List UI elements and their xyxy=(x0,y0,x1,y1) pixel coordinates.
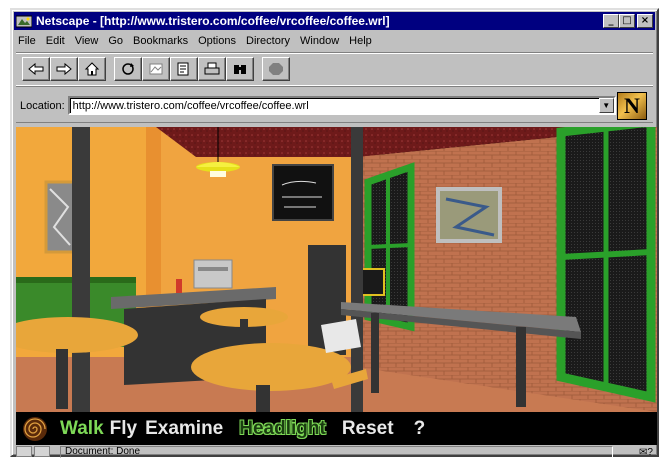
spiral-logo-icon[interactable] xyxy=(22,416,48,442)
vrml-navigation-bar: Walk Fly Examine Headlight Reset ? xyxy=(16,412,657,445)
menu-window[interactable]: Window xyxy=(300,35,339,47)
stop-button[interactable] xyxy=(262,57,290,81)
title-bar: Netscape - [http://www.tristero.com/coff… xyxy=(14,12,655,30)
back-button[interactable] xyxy=(22,57,50,81)
location-dropdown-button[interactable]: ▼ xyxy=(598,98,614,113)
menu-go[interactable]: Go xyxy=(108,35,123,47)
images-icon xyxy=(149,63,163,75)
location-bar: Location: http://www.tristero.com/coffee… xyxy=(16,89,653,123)
print-button[interactable] xyxy=(198,57,226,81)
print-icon xyxy=(204,62,220,75)
walk-button[interactable]: Walk xyxy=(60,418,104,440)
close-button[interactable]: × xyxy=(637,14,653,28)
security-key-icon[interactable] xyxy=(16,446,32,457)
menu-directory[interactable]: Directory xyxy=(246,35,290,47)
coffee-shop-3d-scene[interactable] xyxy=(16,127,657,412)
find-icon xyxy=(234,65,246,74)
mail-icon[interactable]: ✉? xyxy=(613,447,653,458)
minimize-button[interactable]: _ xyxy=(603,14,619,28)
fly-button[interactable]: Fly xyxy=(110,418,137,440)
vrml-viewport[interactable] xyxy=(16,127,657,412)
help-button[interactable]: ? xyxy=(414,418,426,440)
maximize-button[interactable]: □ xyxy=(619,14,635,28)
menu-options[interactable]: Options xyxy=(198,35,236,47)
menu-bookmarks[interactable]: Bookmarks xyxy=(133,35,188,47)
home-button[interactable] xyxy=(78,57,106,81)
netscape-logo[interactable]: N xyxy=(617,92,647,120)
find-button[interactable] xyxy=(226,57,254,81)
location-url: http://www.tristero.com/coffee/vrcoffee/… xyxy=(72,99,309,112)
images-button[interactable] xyxy=(142,57,170,81)
open-icon xyxy=(177,62,189,76)
menu-edit[interactable]: Edit xyxy=(46,35,65,47)
examine-button[interactable]: Examine xyxy=(145,418,223,440)
menu-bar: File Edit View Go Bookmarks Options Dire… xyxy=(16,32,653,50)
back-icon xyxy=(28,62,44,76)
stop-icon xyxy=(269,63,283,75)
menu-view[interactable]: View xyxy=(75,35,99,47)
toolbar xyxy=(16,52,653,86)
forward-icon xyxy=(56,62,72,76)
location-label: Location: xyxy=(20,99,65,112)
home-icon xyxy=(84,62,100,76)
browser-window: Netscape - [http://www.tristero.com/coff… xyxy=(10,8,659,458)
location-input[interactable]: http://www.tristero.com/coffee/vrcoffee/… xyxy=(67,96,616,115)
reload-button[interactable] xyxy=(114,57,142,81)
status-text: Document: Done xyxy=(60,446,613,458)
connection-icon xyxy=(34,446,50,457)
open-button[interactable] xyxy=(170,57,198,81)
netscape-app-icon[interactable] xyxy=(15,14,33,28)
status-bar: Document: Done ✉? xyxy=(16,446,653,458)
menu-help[interactable]: Help xyxy=(349,35,372,47)
headlight-toggle[interactable]: Headlight xyxy=(239,418,326,440)
window-title: Netscape - [http://www.tristero.com/coff… xyxy=(36,14,390,28)
menu-file[interactable]: File xyxy=(18,35,36,47)
reload-icon xyxy=(122,63,134,75)
reset-button[interactable]: Reset xyxy=(342,418,394,440)
forward-button[interactable] xyxy=(50,57,78,81)
